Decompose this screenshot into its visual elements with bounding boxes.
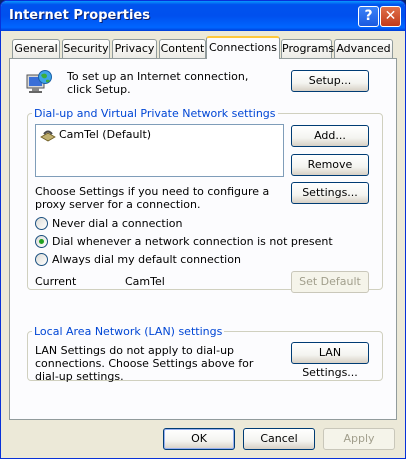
remove-button[interactable]: Remove [291, 154, 369, 176]
current-value: CamTel [125, 275, 165, 288]
settings-description: Choose Settings if you need to configure… [35, 185, 270, 211]
radio-dot-icon [39, 239, 44, 244]
internet-properties-dialog: Internet Properties ? ✕ General Security… [0, 0, 406, 459]
connection-list[interactable]: CamTel (Default) [35, 124, 284, 177]
connections-panel: To set up an Internet connection, click … [9, 58, 397, 420]
tab-security[interactable]: Security [62, 39, 110, 58]
settings-button[interactable]: Settings... [291, 182, 369, 204]
cancel-button[interactable]: Cancel [243, 428, 315, 450]
radio-button[interactable] [35, 253, 48, 266]
tab-privacy[interactable]: Privacy [112, 39, 157, 58]
list-item[interactable]: CamTel (Default) [40, 127, 152, 143]
lan-settings-button[interactable]: LAN Settings... [291, 342, 369, 379]
tab-content[interactable]: Content [159, 39, 206, 58]
window-title: Internet Properties [9, 8, 150, 23]
radio-button[interactable] [35, 217, 48, 230]
dialup-connection-icon [40, 128, 56, 142]
help-icon: ? [364, 8, 373, 24]
current-label: Current [35, 275, 77, 288]
tab-advanced[interactable]: Advanced [334, 39, 393, 58]
close-icon: ✕ [384, 8, 397, 24]
lan-description: LAN Settings do not apply to dial-up con… [35, 344, 254, 383]
set-default-button[interactable]: Set Default [291, 271, 369, 293]
radio-button-checked[interactable] [35, 235, 48, 248]
apply-button[interactable]: Apply [323, 428, 395, 450]
setup-description: To set up an Internet connection, click … [67, 70, 249, 96]
help-button[interactable]: ? [358, 6, 379, 27]
tab-programs[interactable]: Programs [281, 39, 334, 58]
tab-general[interactable]: General [12, 39, 60, 58]
lan-group-label: Local Area Network (LAN) settings [32, 325, 225, 338]
close-button[interactable]: ✕ [380, 6, 401, 27]
radio-label[interactable]: Dial whenever a network connection is no… [52, 235, 333, 248]
list-item-label: CamTel (Default) [59, 128, 152, 141]
add-button[interactable]: Add... [291, 125, 369, 147]
dialup-group-label: Dial-up and Virtual Private Network sett… [32, 107, 278, 120]
radio-label[interactable]: Always dial my default connection [52, 253, 241, 266]
radio-label[interactable]: Never dial a connection [52, 217, 182, 230]
ok-button[interactable]: OK [163, 428, 235, 450]
tab-connections[interactable]: Connections [206, 36, 280, 59]
globe-computer-icon [24, 69, 54, 97]
title-bar[interactable]: Internet Properties ? ✕ [1, 1, 405, 31]
setup-button[interactable]: Setup... [291, 70, 369, 92]
